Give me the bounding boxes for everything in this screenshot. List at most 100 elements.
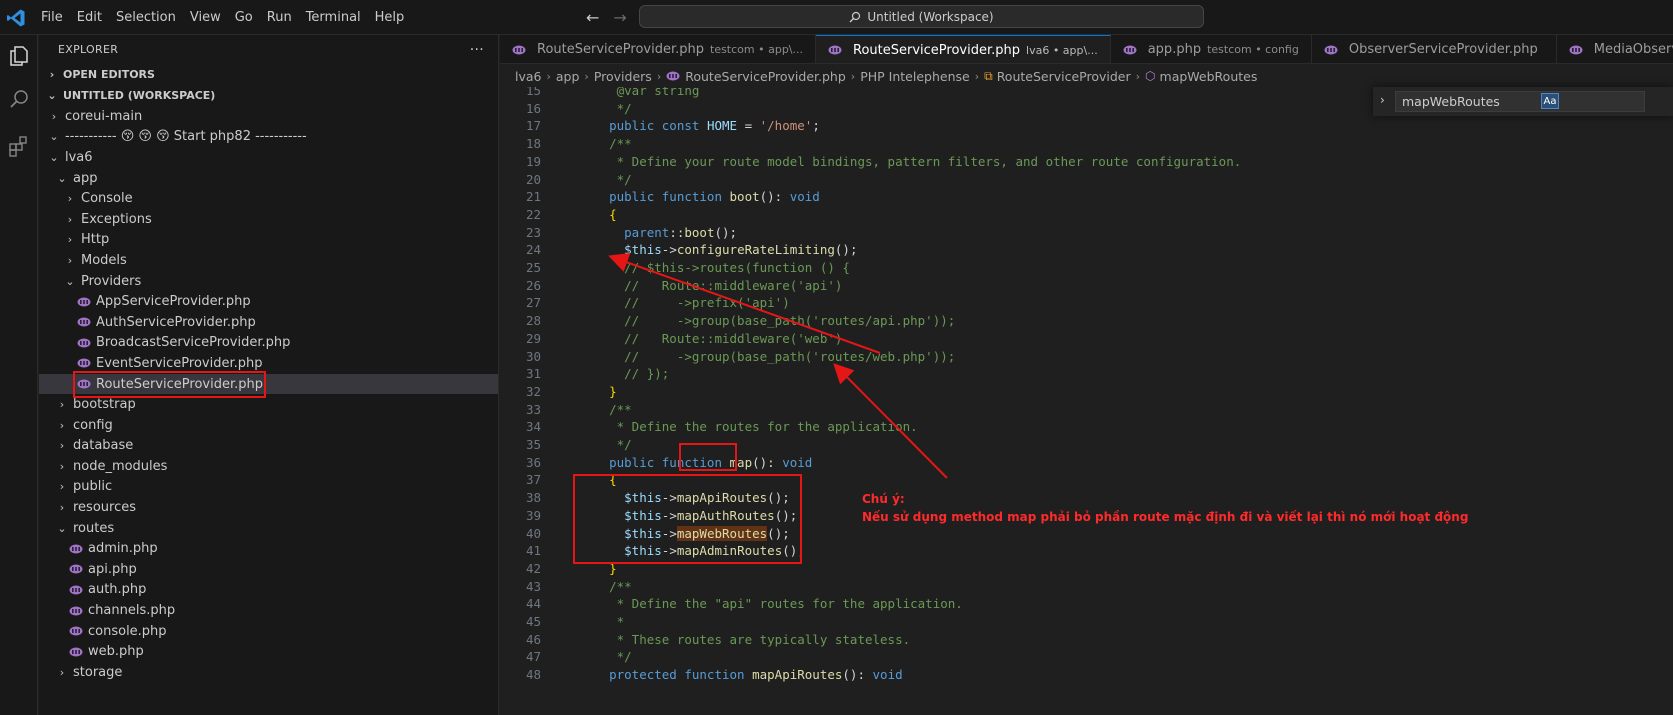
file-item[interactable]: console.php bbox=[39, 621, 498, 642]
chevron-right-icon: › bbox=[59, 398, 65, 412]
folder-item[interactable]: › Http bbox=[39, 230, 498, 251]
php-file-icon bbox=[512, 45, 526, 54]
menu-item-help[interactable]: Help bbox=[368, 10, 412, 25]
command-center[interactable]: Untitled (Workspace) bbox=[639, 5, 1204, 28]
line-number: 23 bbox=[525, 224, 541, 240]
file-item[interactable]: AppServiceProvider.php bbox=[39, 291, 498, 312]
chevron-right-icon: › bbox=[67, 253, 73, 267]
code-token: */ bbox=[579, 171, 632, 187]
menu-item-view[interactable]: View bbox=[183, 10, 228, 25]
breadcrumb-item[interactable]: Providers bbox=[594, 69, 652, 84]
tree-item-label: resources bbox=[73, 500, 137, 516]
folder-item[interactable]: ⌄ lva6 bbox=[39, 147, 498, 168]
chevron-right-icon: › bbox=[59, 418, 65, 432]
workspace-section[interactable]: ⌄ UNTITLED (WORKSPACE) bbox=[39, 85, 498, 106]
file-item[interactable]: web.php bbox=[39, 641, 498, 662]
folder-item[interactable]: › public bbox=[39, 477, 498, 498]
code-text: // }); bbox=[579, 365, 669, 383]
explorer-icon[interactable] bbox=[4, 41, 34, 71]
code-token: -> bbox=[661, 242, 677, 258]
tree-item-label: auth.php bbox=[88, 582, 147, 598]
code-token: (): bbox=[842, 667, 873, 683]
folder-item[interactable]: › node_modules bbox=[39, 456, 498, 477]
file-item[interactable]: AuthServiceProvider.php bbox=[39, 312, 498, 333]
tree-item-label: AuthServiceProvider.php bbox=[96, 314, 256, 330]
folder-item[interactable]: ⌄ Providers bbox=[39, 271, 498, 292]
line-number: 48 bbox=[525, 667, 541, 683]
menu-item-edit[interactable]: Edit bbox=[70, 10, 109, 25]
back-arrow-icon[interactable]: ← bbox=[586, 8, 599, 27]
menu-item-selection[interactable]: Selection bbox=[109, 10, 183, 25]
editor-tab[interactable]: RouteServiceProvider.php lva6 • app\... bbox=[816, 35, 1111, 63]
menu-item-run[interactable]: Run bbox=[260, 10, 299, 25]
breadcrumb-item[interactable]: RouteServiceProvider bbox=[997, 69, 1131, 84]
folder-item[interactable]: ⌄ routes bbox=[39, 518, 498, 539]
tree-item-label: Exceptions bbox=[81, 211, 152, 227]
breadcrumb-item[interactable]: PHP Intelephense bbox=[860, 69, 970, 84]
more-actions-icon[interactable]: ··· bbox=[470, 42, 484, 58]
php-file-icon bbox=[77, 317, 91, 327]
breadcrumb-item[interactable]: mapWebRoutes bbox=[1160, 69, 1258, 84]
chevron-down-icon: ⌄ bbox=[57, 171, 67, 185]
php-file-icon bbox=[69, 585, 83, 595]
file-item[interactable]: auth.php bbox=[39, 580, 498, 601]
code-text: */ bbox=[579, 100, 632, 118]
editor-tab[interactable]: ObserverServiceProvider.php bbox=[1312, 35, 1557, 63]
folder-item[interactable]: › config bbox=[39, 415, 498, 436]
code-token: @var string bbox=[579, 87, 700, 98]
php-file-icon bbox=[77, 358, 91, 368]
folder-item[interactable]: › database bbox=[39, 436, 498, 457]
file-item[interactable]: BroadcastServiceProvider.php bbox=[39, 333, 498, 354]
open-editors-section[interactable]: › OPEN EDITORS bbox=[39, 64, 498, 85]
file-item[interactable]: admin.php bbox=[39, 538, 498, 559]
code-text: { bbox=[579, 206, 617, 224]
code-line: 46 * These routes are typically stateles… bbox=[500, 631, 1673, 649]
folder-item[interactable]: › Models bbox=[39, 250, 498, 271]
code-token: * These routes are typically stateless. bbox=[579, 631, 911, 647]
chevron-down-icon: ⌄ bbox=[47, 89, 57, 102]
folder-item[interactable]: › Exceptions bbox=[39, 209, 498, 230]
find-toggle-icon[interactable]: › bbox=[1380, 93, 1385, 107]
line-number: 17 bbox=[525, 118, 541, 134]
menu-item-file[interactable]: File bbox=[34, 10, 70, 25]
code-text: // $this->routes(function () { bbox=[579, 259, 850, 277]
folder-item[interactable]: ⌄ app bbox=[39, 168, 498, 189]
find-input[interactable] bbox=[1395, 91, 1645, 112]
search-view-icon[interactable] bbox=[4, 85, 34, 115]
folder-item[interactable]: › Console bbox=[39, 188, 498, 209]
editor-tab[interactable]: MediaObserver.php bbox=[1557, 35, 1673, 63]
php-file-icon bbox=[828, 45, 842, 55]
code-token: public function bbox=[579, 189, 730, 205]
code-token: ; bbox=[812, 118, 820, 134]
code-token: * Define your route model bindings, patt… bbox=[579, 153, 1242, 169]
forward-arrow-icon[interactable]: → bbox=[613, 8, 626, 27]
code-token: /** bbox=[579, 578, 632, 594]
editor-tab[interactable]: app.php testcom • config bbox=[1111, 35, 1312, 63]
editor-tab[interactable]: RouteServiceProvider.php testcom • app\..… bbox=[500, 35, 817, 63]
code-editor[interactable]: 15 @var string 16 */17 public const HOME … bbox=[500, 87, 1673, 715]
code-token: // ->prefix('api') bbox=[579, 295, 790, 311]
extensions-icon[interactable] bbox=[4, 131, 34, 161]
command-center-label: Untitled (Workspace) bbox=[867, 9, 994, 24]
find-widget: › bbox=[1373, 87, 1673, 116]
folder-item[interactable]: › storage bbox=[39, 662, 498, 683]
breadcrumb-item[interactable]: lva6 bbox=[515, 69, 541, 84]
folder-item[interactable]: › coreui-main bbox=[39, 106, 498, 127]
breadcrumb-item[interactable]: app bbox=[556, 69, 580, 84]
match-case-toggle[interactable]: Aa bbox=[1541, 93, 1559, 109]
file-item[interactable]: channels.php bbox=[39, 600, 498, 621]
chevron-right-icon: › bbox=[67, 212, 73, 226]
code-line: 35 */ bbox=[500, 436, 1673, 454]
tree-item-label: database bbox=[73, 438, 134, 454]
menu-item-terminal[interactable]: Terminal bbox=[299, 10, 368, 25]
file-item[interactable]: api.php bbox=[39, 559, 498, 580]
tree-item-label: channels.php bbox=[88, 603, 176, 619]
folder-item[interactable]: › resources bbox=[39, 497, 498, 518]
breadcrumb-item[interactable]: RouteServiceProvider.php bbox=[685, 69, 846, 84]
chevron-right-icon: › bbox=[59, 439, 65, 453]
folder-item[interactable]: ⌄ ----------- 😚 😚 😚 Start php82 ---------… bbox=[39, 127, 498, 148]
code-text: // ->group(base_path('routes/web.php')); bbox=[579, 348, 955, 366]
activity-bar bbox=[0, 35, 38, 715]
menu-item-go[interactable]: Go bbox=[228, 10, 260, 25]
php-file-icon bbox=[69, 564, 83, 574]
